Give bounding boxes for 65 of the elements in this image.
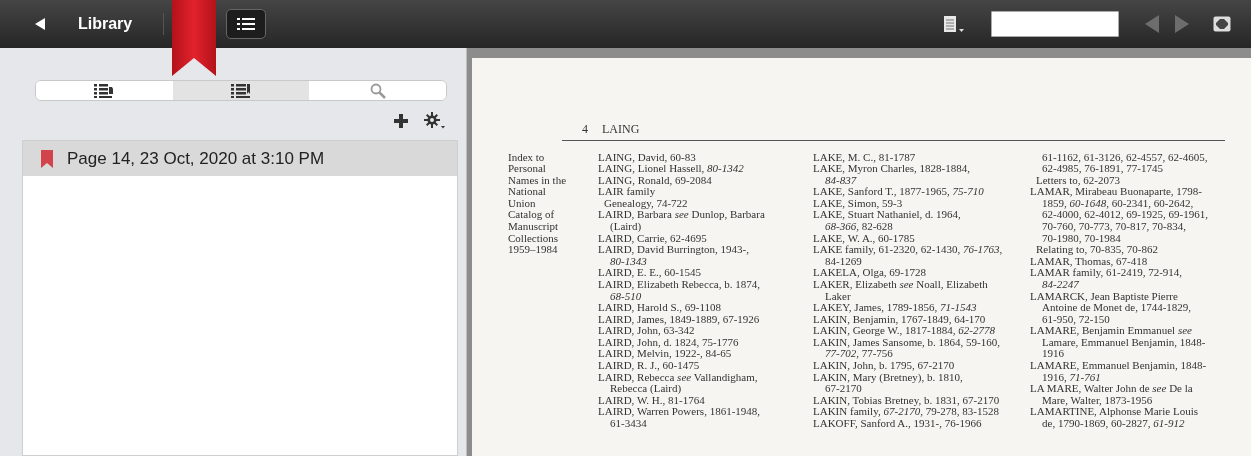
index-entry: LAIRD, W. H., 81-1764	[598, 394, 706, 407]
index-entry: LAIRD, Warren Powers, 1861-1948, 61-3434	[598, 406, 762, 430]
index-entry: LAKE, Myron Charles, 1828-1884, 84-837	[813, 163, 972, 187]
index-entry: LAIR family	[598, 186, 656, 198]
index-entry: LAIRD, Barbara see Dunlop, Barbara (Laird)	[598, 209, 766, 233]
index-entry: 61-1162, 61-3126, 62-4557, 62-4605, 62-4985, 76-1891, 77-1745	[1041, 151, 1209, 175]
index-entry: LAKIN, George W., 1817-1884, 62-2778	[813, 325, 996, 337]
index-entry: LAKELA, Olga, 69-1728	[813, 267, 928, 279]
index-entry: LAIRD, E. E., 60-1545	[598, 267, 702, 279]
bookmark-icon	[41, 149, 53, 168]
index-entry: LAKE, W. A., 60-1785	[813, 232, 916, 245]
index-entry: LAMAR family, 61-2419, 72-914, 84-2247	[1030, 267, 1184, 291]
index-entry: LAIRD, Melvin, 1922-, 84-65	[598, 348, 733, 360]
index-entry: LAING, Lionel Hassell, 80-1342	[598, 163, 745, 175]
index-entry: LAING, Ronald, 69-2084	[598, 174, 713, 187]
running-head: LAING	[602, 124, 640, 136]
index-entry: LAKIN, John, b. 1795, 67-2170	[813, 360, 956, 372]
index-entry: LAKE, Sanford T., 1877-1965, 75-710	[813, 186, 985, 198]
bookmarks-tab[interactable]	[172, 81, 310, 101]
index-entry: LAING, David, 60-83	[598, 151, 697, 164]
index-entry: LAMAR, Thomas, 67-418	[1030, 255, 1149, 268]
fullscreen-icon[interactable]	[1213, 16, 1231, 32]
page-number-field[interactable]	[991, 11, 1119, 37]
back-button[interactable]	[33, 17, 47, 31]
index-entry: Relating to, 70-835, 70-862	[1035, 244, 1159, 256]
page-number: 4	[582, 124, 588, 136]
library-title: Library	[78, 14, 133, 34]
bookmark-list-icon	[231, 83, 251, 98]
index-entry: LAIRD, David Burrington, 1943-, 80-1343	[598, 244, 750, 268]
index-entry: LAMARE, Benjamin Emmanuel see Lamare, Emmanuel Benjamin, 1848- 1916	[1030, 325, 1207, 360]
add-icon[interactable]	[394, 113, 408, 128]
index-entry: LAKER, Elizabeth see Noall, Elizabeth Laker	[813, 278, 989, 303]
index-entry: LAKE, Stuart Nathaniel, d. 1964, 68-366, 82-628	[813, 209, 962, 233]
index-entry: LAKE, M. C., 81-1787	[813, 151, 917, 164]
index-entry: LAKIN, Mary (Bretney), b. 1810, 67-2170	[813, 371, 964, 395]
index-entry: LAKE family, 61-2320, 62-1430, 76-1763, 84-1269	[813, 244, 1004, 268]
index-entry: LAIRD, Harold S., 69-1108	[598, 302, 723, 314]
index-entry: Letters to, 62-2073	[1035, 174, 1120, 187]
bookmark-ribbon-icon[interactable]	[172, 0, 216, 76]
index-entry: LA MARE, Walter John de see De la Mare, Walter, 1873-1956	[1030, 383, 1194, 407]
index-entry: LAIRD, Elizabeth Rebecca, b. 1874, 68-510	[598, 278, 761, 303]
index-entry: LAIRD, Rebecca see Vallandigham, Rebecca (Laird)	[598, 371, 759, 395]
list-view-button[interactable]	[226, 9, 267, 39]
index-entry: LAKIN, Tobias Bretney, b. 1831, 67-2170	[813, 394, 1001, 407]
margin-note: Index to Personal Names in the National Union Catalog of Manuscript Collections 1959–1984	[508, 151, 568, 256]
index-entry: LAIRD, James, 1849-1889, 67-1926	[598, 313, 761, 326]
settings-icon[interactable]	[424, 111, 446, 130]
index-entry: LAKIN, James Sansome, b. 1864, 59-160, 77-702, 77-756	[813, 336, 1001, 360]
index-entry: LAIRD, Carrie, 62-4695	[598, 232, 708, 245]
page-view-menu-icon[interactable]	[943, 15, 965, 33]
index-entry: LAKIN, Benjamin, 1767-1849, 64-170	[813, 313, 987, 326]
index-entry: LAKOFF, Sanford A., 1931-, 76-1966	[813, 417, 983, 430]
index-entry: LAKIN family, 67-2170, 79-278, 83-1528	[813, 406, 1000, 418]
bookmark-item[interactable]: Page 14, 23 Oct, 2020 at 3:10 PM	[23, 141, 457, 176]
index-entry: LAMARTINE, Alphonse Marie Louis de, 1790-1869, 60-2827, 61-912	[1030, 406, 1199, 430]
index-entry: Genealogy, 74-722	[603, 197, 689, 210]
search-icon	[369, 82, 386, 99]
index-entry: LAIRD, R. J., 60-1475	[598, 360, 701, 372]
list-icon	[237, 17, 256, 31]
page-list-icon	[94, 83, 115, 98]
index-entry: LAKE, Simon, 59-3	[813, 197, 903, 210]
index-entry: LAIRD, John, d. 1824, 75-1776	[598, 336, 740, 349]
index-entry: LAKEY, James, 1789-1856, 71-1543	[813, 302, 978, 314]
index-entry: LAIRD, John, 63-342	[598, 325, 695, 337]
index-entry: LAMAR, Mirabeau Buonaparte, 1798- 1859, 60-1648, 60-2341, 60-2642, 62-4000, 62-4012, 69-1925, 69-1961, 70-760, 70-773, 70-817, 70-834, 70-1980, 70-1984	[1030, 186, 1209, 245]
